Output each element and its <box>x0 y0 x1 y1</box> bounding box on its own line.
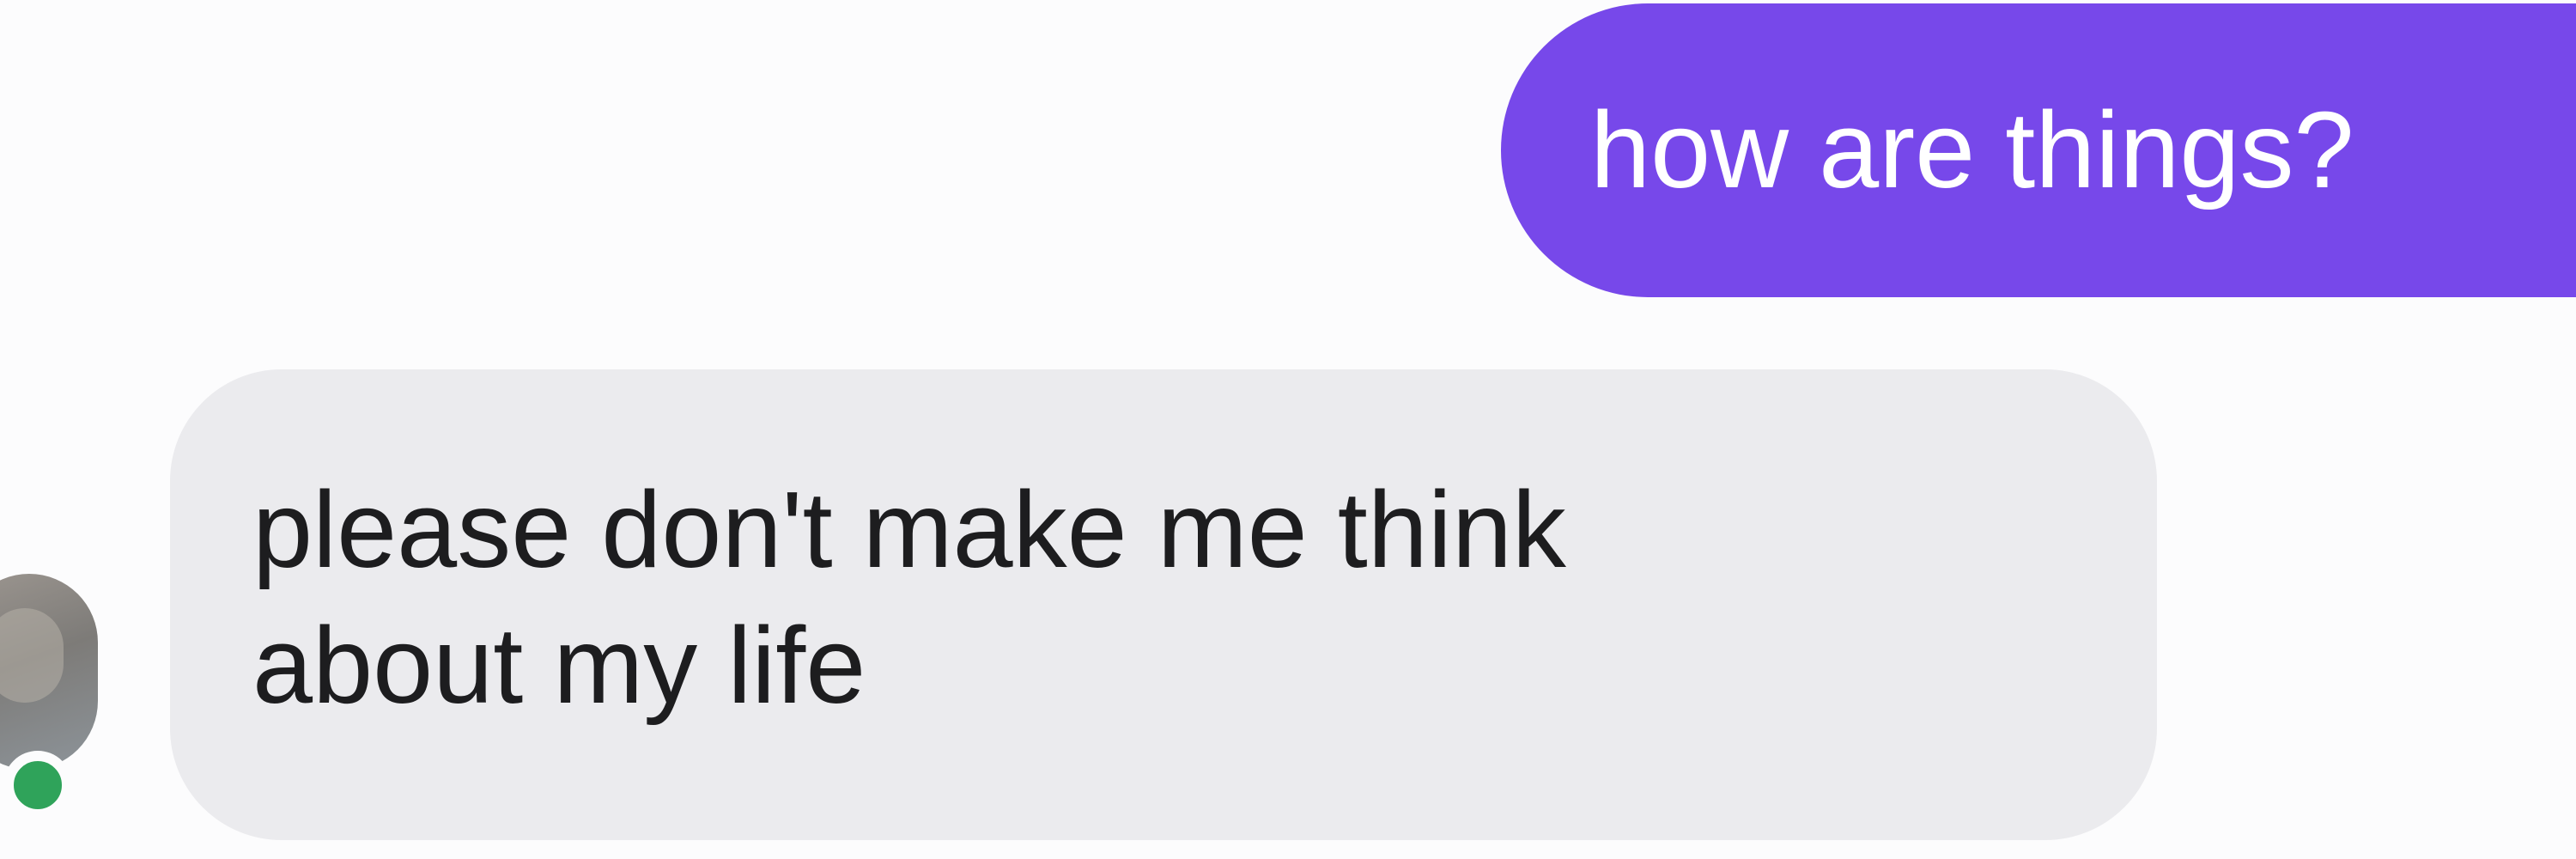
outgoing-message-text: how are things? <box>1590 89 2354 210</box>
incoming-message-text-line-2: about my life <box>252 605 866 726</box>
incoming-message-text-line-1: please don't make me think <box>252 469 1566 590</box>
chat-thread: how are things? please don't make me thi… <box>0 0 2576 859</box>
outgoing-message-bubble[interactable]: how are things? <box>1501 3 2576 297</box>
online-status-icon <box>3 751 72 819</box>
incoming-message-bubble[interactable]: please don't make me think about my life <box>170 369 2157 840</box>
contact-avatar[interactable] <box>0 574 98 770</box>
avatar-photo-icon <box>0 608 64 703</box>
